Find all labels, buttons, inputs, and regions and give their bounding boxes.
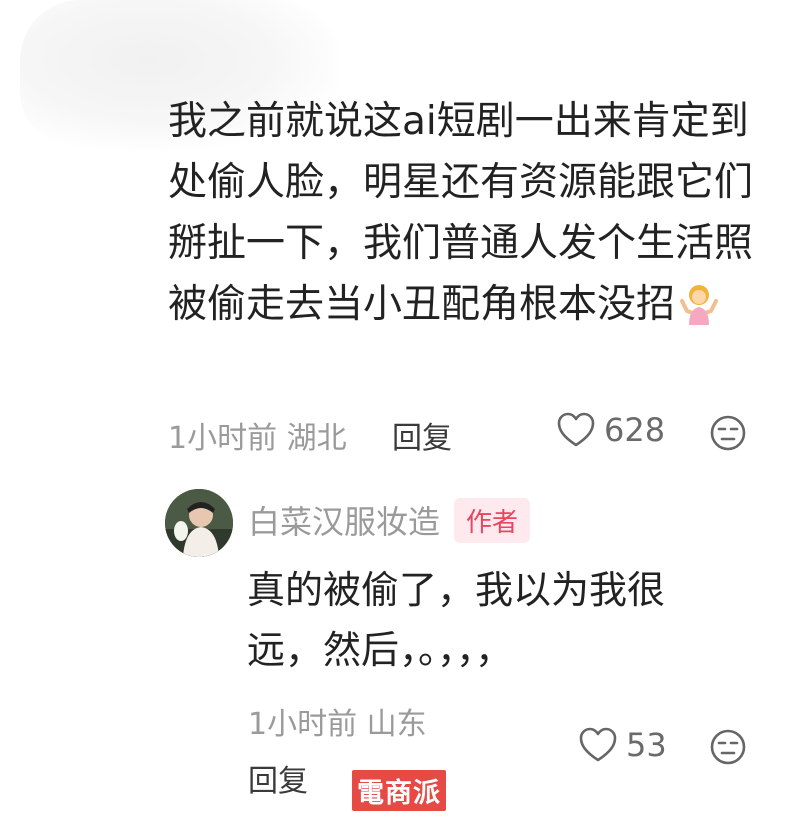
comment-reply-button[interactable]: 回复 [392,413,452,457]
reply-time-location: 1小时前 山东 [248,707,427,742]
watermark-logo: 電商派 [352,770,446,811]
comment-body: 我之前就说这ai短剧一出来肯定到处偷人脸，明星还有资源能跟它们掰扯一下，我们普通… [168,91,768,335]
reply-body: 真的被偷了，我以为我很远，然后，。，，， [247,568,666,672]
avatar[interactable] [165,489,233,557]
reply-like-count: 53 [626,726,667,764]
unamused-face-icon[interactable] [709,728,747,766]
author-badge: 作者 [454,497,531,543]
reply-like-button[interactable]: 53 [578,726,667,764]
person-shrugging-emoji [677,283,721,325]
comment-like-count: 628 [604,411,666,449]
comment-time-location: 1小时前 湖北 [168,421,347,456]
reply-username[interactable]: 白菜汉服妆造 [248,497,440,543]
heart-outline-icon [556,411,596,449]
comment-like-button[interactable]: 628 [556,411,665,449]
unamused-face-icon[interactable] [709,414,747,452]
heart-outline-icon [578,726,618,764]
reply-user-header: 白菜汉服妆造 作者 [248,497,531,543]
reply-reply-button[interactable]: 回复 [248,756,308,800]
comment-text: 我之前就说这ai短剧一出来肯定到处偷人脸，明星还有资源能跟它们掰扯一下，我们普通… [168,99,754,327]
